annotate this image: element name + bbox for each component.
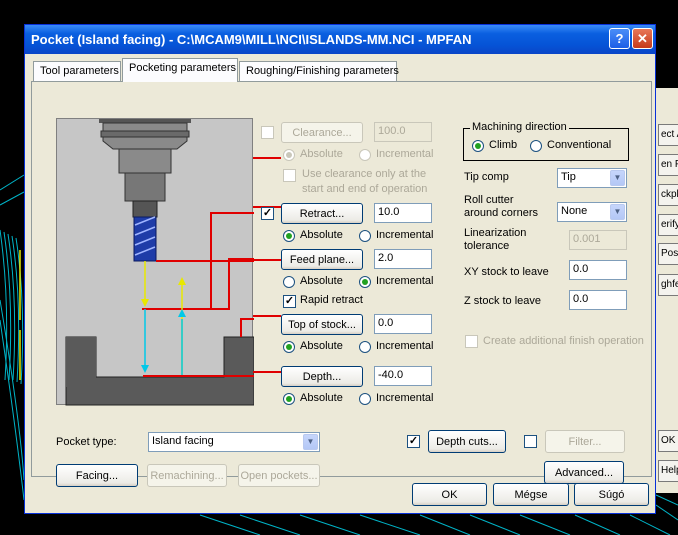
machining-direction-label: Machining direction	[470, 121, 569, 133]
pocket-type-select[interactable]: Island facing ▼	[148, 432, 320, 452]
feed-plane-absolute-label: Absolute	[300, 275, 343, 287]
top-of-stock-incremental-radio[interactable]	[359, 341, 371, 353]
advanced-button[interactable]: Advanced...	[544, 461, 624, 484]
retract-button[interactable]: Retract...	[281, 203, 363, 224]
close-icon: ✕	[637, 31, 648, 46]
feed-plane-button[interactable]: Feed plane...	[281, 249, 363, 270]
dialog-body: Tool parameters Pocketing parameters Rou…	[28, 54, 652, 509]
clearance-absolute-label: Absolute	[300, 148, 343, 160]
open-pockets-button[interactable]: Open pockets...	[238, 464, 320, 487]
ok-button[interactable]: OK	[412, 483, 487, 506]
question-icon: ?	[615, 31, 624, 46]
depth-absolute-label: Absolute	[300, 392, 343, 404]
pocketing-panel: Clearance... 100.0 Absolute Incremental …	[31, 81, 652, 487]
retract-checkbox[interactable]: ✓	[261, 207, 274, 220]
clearance-checkbox[interactable]	[261, 126, 274, 139]
tab-roughing-finishing-parameters[interactable]: Roughing/Finishing parameters	[239, 61, 399, 82]
bg-window-button[interactable]: Help	[658, 460, 678, 482]
use-clearance-only-checkbox[interactable]	[283, 169, 296, 182]
remachining-button[interactable]: Remachining...	[147, 464, 227, 487]
clearance-incremental-radio[interactable]	[359, 149, 371, 161]
clearance-incremental-label: Incremental	[376, 148, 434, 160]
chevron-down-icon: ▼	[610, 204, 625, 220]
feed-plane-incremental-label: Incremental	[376, 275, 434, 287]
roll-cutter-value: None	[561, 205, 588, 217]
use-clearance-only-label-2: start and end of operation	[302, 183, 428, 195]
filter-button[interactable]: Filter...	[545, 430, 625, 453]
linearization-label-2: tolerance	[464, 240, 510, 252]
climb-label: Climb	[489, 139, 518, 151]
dialog-title-text: Pocket (Island facing) - C:\MCAM9\MILL\N…	[31, 32, 472, 47]
retract-incremental-label: Incremental	[376, 229, 434, 241]
tip-comp-label: Tip comp	[464, 171, 509, 183]
depth-input[interactable]: -40.0	[374, 366, 432, 386]
top-of-stock-absolute-radio[interactable]	[283, 341, 295, 353]
retract-absolute-radio[interactable]	[283, 230, 295, 242]
bg-window-button[interactable]: ect A	[658, 124, 678, 146]
conventional-radio[interactable]	[530, 140, 542, 152]
retract-incremental-radio[interactable]	[359, 230, 371, 242]
linearization-input[interactable]: 0.001	[569, 230, 627, 250]
guide-lines	[253, 157, 281, 373]
bg-window-button[interactable]: Post	[658, 243, 678, 265]
top-of-stock-input[interactable]: 0.0	[374, 314, 432, 334]
tool-diagram	[65, 119, 255, 406]
retract-input[interactable]: 10.0	[374, 203, 432, 223]
xy-stock-input[interactable]: 0.0	[569, 260, 627, 280]
depth-absolute-radio[interactable]	[283, 393, 295, 405]
create-finish-label: Create additional finish operation	[483, 335, 644, 347]
help-title-button[interactable]: ?	[609, 28, 630, 49]
retract-absolute-label: Absolute	[300, 229, 343, 241]
close-title-button[interactable]: ✕	[632, 28, 653, 49]
conventional-label: Conventional	[547, 139, 612, 151]
roll-cutter-label-2: around corners	[464, 207, 538, 219]
depth-cuts-checkbox[interactable]: ✓	[407, 435, 420, 448]
roll-cutter-select[interactable]: None ▼	[557, 202, 627, 222]
feed-plane-absolute-radio[interactable]	[283, 276, 295, 288]
top-of-stock-button[interactable]: Top of stock...	[281, 314, 363, 335]
bg-window-button[interactable]: ckpl	[658, 184, 678, 206]
clearance-button[interactable]: Clearance...	[281, 122, 363, 143]
help-button[interactable]: Súgó	[574, 483, 649, 506]
bg-window-button[interactable]: ghfee	[658, 274, 678, 296]
z-stock-label: Z stock to leave	[464, 295, 542, 307]
tab-tool-parameters[interactable]: Tool parameters	[33, 61, 121, 82]
tab-pocketing-parameters[interactable]: Pocketing parameters	[122, 58, 238, 82]
clearance-absolute-radio[interactable]	[283, 149, 295, 161]
top-of-stock-incremental-label: Incremental	[376, 340, 434, 352]
background-window: ect A en F ckpl erify Post ghfee OK Help	[655, 88, 678, 493]
tip-comp-select[interactable]: Tip ▼	[557, 168, 627, 188]
feed-plane-incremental-radio[interactable]	[359, 276, 371, 288]
bg-window-button[interactable]: OK	[658, 430, 678, 452]
roll-cutter-label-1: Roll cutter	[464, 194, 514, 206]
dialog-title: Pocket (Island facing) - C:\MCAM9\MILL\N…	[25, 25, 655, 54]
tip-comp-value: Tip	[561, 171, 576, 183]
facing-button[interactable]: Facing...	[56, 464, 138, 487]
pocket-type-label: Pocket type:	[56, 436, 117, 448]
chevron-down-icon: ▼	[610, 170, 625, 186]
chevron-down-icon: ▼	[303, 434, 318, 450]
rapid-retract-label: Rapid retract	[300, 294, 363, 306]
depth-cuts-button[interactable]: Depth cuts...	[428, 430, 506, 453]
clearance-input[interactable]: 100.0	[374, 122, 432, 142]
pocket-dialog: Pocket (Island facing) - C:\MCAM9\MILL\N…	[24, 24, 656, 514]
pocket-type-value: Island facing	[152, 435, 214, 447]
filter-checkbox[interactable]	[524, 435, 537, 448]
bg-window-button[interactable]: en F	[658, 154, 678, 176]
depth-incremental-radio[interactable]	[359, 393, 371, 405]
use-clearance-only-label-1: Use clearance only at the	[302, 168, 427, 180]
depth-button[interactable]: Depth...	[281, 366, 363, 387]
linearization-label-1: Linearization	[464, 227, 527, 239]
pocket-illustration	[56, 118, 255, 406]
cancel-button[interactable]: Mégse	[493, 483, 569, 506]
depth-incremental-label: Incremental	[376, 392, 434, 404]
z-stock-input[interactable]: 0.0	[569, 290, 627, 310]
create-finish-checkbox[interactable]	[465, 335, 478, 348]
rapid-retract-checkbox[interactable]: ✓	[283, 295, 296, 308]
climb-radio[interactable]	[472, 140, 484, 152]
bg-window-button[interactable]: erify	[658, 214, 678, 236]
xy-stock-label: XY stock to leave	[464, 266, 549, 278]
top-of-stock-absolute-label: Absolute	[300, 340, 343, 352]
feed-plane-input[interactable]: 2.0	[374, 249, 432, 269]
